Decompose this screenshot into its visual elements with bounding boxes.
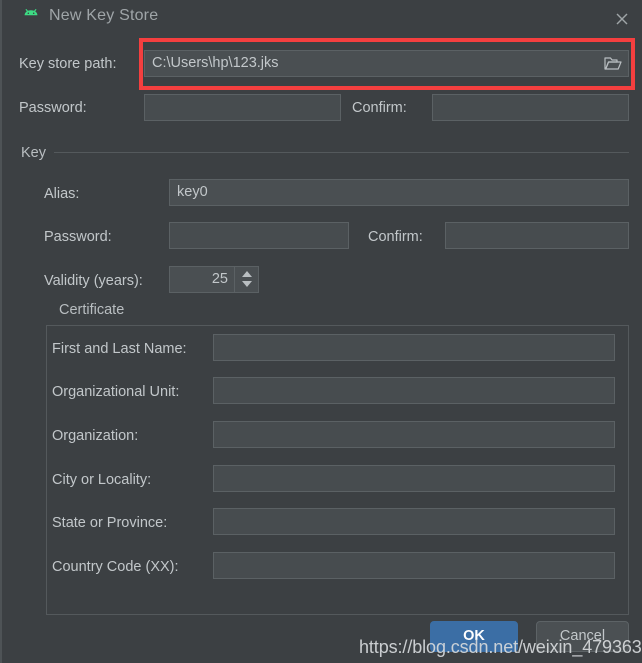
certificate-group-label: Certificate	[54, 302, 130, 318]
spinner-down-icon[interactable]	[241, 281, 252, 287]
key-store-confirm-label: Confirm:	[352, 100, 407, 116]
key-store-path-label: Key store path:	[19, 56, 117, 72]
key-confirm-label: Confirm:	[368, 229, 423, 245]
key-password-label: Password:	[44, 229, 112, 245]
cert-city-or-locality-label: City or Locality:	[52, 472, 152, 488]
cert-organizational-unit-input[interactable]	[213, 377, 615, 404]
key-store-confirm-input[interactable]	[432, 94, 629, 121]
key-group-label: Key	[16, 145, 51, 161]
new-key-store-dialog: New Key Store Key store path: C:\Users\h…	[0, 0, 642, 663]
cert-organization-input[interactable]	[213, 421, 615, 448]
cert-organizational-unit-label: Organizational Unit:	[52, 384, 180, 400]
android-robot-icon	[21, 9, 41, 27]
key-alias-label: Alias:	[44, 186, 80, 202]
key-password-input[interactable]	[169, 222, 349, 249]
close-icon[interactable]	[608, 5, 636, 33]
key-validity-label: Validity (years):	[44, 273, 143, 289]
spinner-up-icon[interactable]	[241, 271, 252, 277]
cert-country-code-input[interactable]	[213, 552, 615, 579]
key-store-path-input[interactable]: C:\Users\hp\123.jks	[144, 50, 629, 77]
key-confirm-input[interactable]	[445, 222, 629, 249]
cert-country-code-label: Country Code (XX):	[52, 559, 179, 575]
cert-first-last-name-label: First and Last Name:	[52, 341, 187, 357]
key-alias-input[interactable]: key0	[169, 179, 629, 206]
validity-spinner-buttons[interactable]	[234, 267, 258, 292]
cert-first-last-name-input[interactable]	[213, 334, 615, 361]
cert-city-or-locality-input[interactable]	[213, 465, 615, 492]
cert-state-or-province-label: State or Province:	[52, 515, 168, 531]
key-group-separator	[54, 152, 629, 153]
cert-organization-label: Organization:	[52, 428, 139, 444]
key-validity-value: 25	[211, 271, 228, 287]
key-store-path-value: C:\Users\hp\123.jks	[152, 55, 279, 71]
cert-state-or-province-input[interactable]	[213, 508, 615, 535]
dialog-title-bar: New Key Store	[2, 0, 642, 37]
key-validity-stepper[interactable]: 25	[169, 266, 259, 293]
key-alias-value: key0	[177, 184, 208, 200]
folder-open-icon[interactable]	[604, 56, 622, 71]
dialog-title: New Key Store	[49, 7, 159, 24]
key-store-password-input[interactable]	[144, 94, 341, 121]
key-store-password-label: Password:	[19, 100, 87, 116]
watermark-text: https://blog.csdn.net/weixin_47936384	[359, 637, 642, 657]
